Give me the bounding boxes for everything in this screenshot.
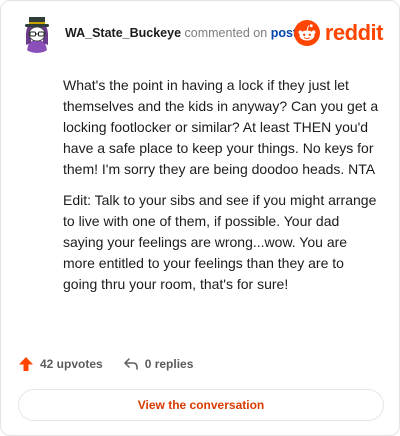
reply-arrow-icon [123,358,138,370]
comment-body: What's the point in having a lock if the… [63,75,381,305]
replies-stat[interactable]: 0 replies [123,356,194,372]
embedded-comment-card: WA_State_Buckeye commented on post reddi… [0,0,400,436]
avatar[interactable] [17,13,57,53]
upvote-arrow-icon [19,357,33,371]
comment-stats: 42 upvotes 0 replies [18,354,193,374]
reddit-snoo-icon [293,20,320,46]
comment-header: WA_State_Buckeye commented on post reddi… [17,13,384,53]
comment-attribution: WA_State_Buckeye commented on post [65,26,297,40]
upvotes-count: 42 upvotes [40,357,103,371]
username-link[interactable]: WA_State_Buckeye [65,26,181,40]
commented-on-text: commented on [184,26,268,40]
reddit-wordmark: reddit [324,20,384,45]
replies-count: 0 replies [144,357,194,371]
comment-paragraph: Edit: Talk to your sibs and see if you m… [63,192,377,292]
snoo-avatar-icon [17,13,57,53]
upvotes-stat[interactable]: 42 upvotes [18,356,103,372]
comment-paragraph: What's the point in having a lock if the… [63,77,379,177]
reddit-logo[interactable]: reddit [293,19,384,47]
view-conversation-button[interactable]: View the conversation [18,389,384,421]
